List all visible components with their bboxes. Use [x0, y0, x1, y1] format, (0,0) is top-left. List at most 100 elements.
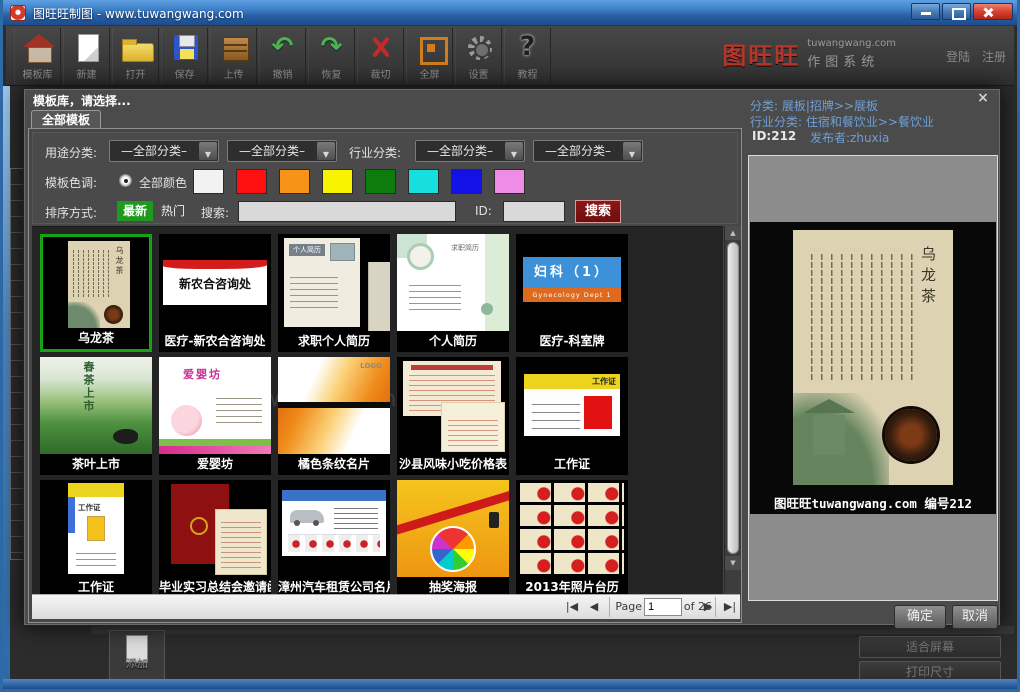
- new-file-icon: [64, 31, 109, 65]
- preview-caption: 图旺旺tuwangwang.com 编号212: [750, 493, 996, 512]
- chevron-down-icon[interactable]: ▼: [623, 142, 641, 160]
- sort-hot-button[interactable]: 热门: [161, 202, 185, 219]
- template-item[interactable]: 2013年照片台历: [516, 480, 628, 598]
- color-swatch-white[interactable]: [193, 169, 224, 194]
- template-item[interactable]: 沙县风味小吃价格表: [397, 357, 509, 475]
- chevron-down-icon[interactable]: ▼: [317, 142, 335, 160]
- chevron-down-icon[interactable]: ▼: [199, 142, 217, 160]
- color-swatch-orange[interactable]: [279, 169, 310, 194]
- template-thumbnail-image: LOGO: [278, 357, 390, 454]
- scroll-down-icon[interactable]: ▼: [725, 556, 741, 570]
- toolbar-button-undo[interactable]: ↶ 撤销: [259, 28, 306, 84]
- toolbar-button-template-library[interactable]: 模板库: [14, 28, 61, 84]
- color-swatch-yellow[interactable]: [322, 169, 353, 194]
- next-page-button[interactable]: ▶: [698, 598, 718, 616]
- color-swatch-red[interactable]: [236, 169, 267, 194]
- toolbar-button-open[interactable]: 打开: [112, 28, 159, 84]
- template-thumbnail-image: 个人简历: [278, 234, 390, 331]
- template-item[interactable]: 求职简历 个人简历: [397, 234, 509, 352]
- scrollbar-thumb[interactable]: [727, 242, 739, 554]
- template-thumbnail-image: [516, 480, 628, 577]
- color-swatch-blue[interactable]: [451, 169, 482, 194]
- page-number-input[interactable]: [644, 598, 682, 616]
- filter-panel: 用途分类: —全部分类– ▼ —全部分类– ▼ 行业分类: —全部分类– ▼ —…: [32, 132, 738, 224]
- template-thumbnail-image: 求职简历: [397, 234, 509, 331]
- template-item[interactable]: 春茶上市 茶叶上市: [40, 357, 152, 475]
- toolbar-button-crop[interactable]: 裁切: [357, 28, 404, 84]
- toolbar-button-settings[interactable]: 设置: [455, 28, 502, 84]
- toolbar-button-save[interactable]: 保存: [161, 28, 208, 84]
- tab-content-frame: 用途分类: —全部分类– ▼ —全部分类– ▼ 行业分类: —全部分类– ▼ —…: [28, 128, 742, 623]
- app-window: 图旺旺制图 - www.tuwangwang.com 模板库 新建 打开 保存 …: [0, 0, 1020, 692]
- id-label: ID:: [475, 204, 492, 218]
- template-thumbnail-image: 爱婴坊: [159, 357, 271, 454]
- search-button[interactable]: 搜索: [575, 200, 621, 223]
- template-item[interactable]: 工作证 工作证: [516, 357, 628, 475]
- toolbar-button-help[interactable]: ? 教程: [504, 28, 551, 84]
- toolbar-button-fullscreen[interactable]: 全屏: [406, 28, 453, 84]
- template-item[interactable]: 毕业实习总结会邀请函: [159, 480, 271, 598]
- color-swatch-cyan[interactable]: [408, 169, 439, 194]
- template-grid: www.kkx.net 乌龙茶 乌龙茶: [32, 226, 723, 596]
- minimize-button[interactable]: [911, 3, 940, 20]
- close-window-button[interactable]: [973, 3, 1013, 20]
- login-link[interactable]: 登陆: [946, 50, 970, 64]
- grid-scrollbar[interactable]: ▲ ▼: [724, 226, 741, 596]
- main-toolbar: 模板库 新建 打开 保存 上传 ↶ 撤销 ↷ 恢复 裁切 全屏 设置: [6, 26, 1014, 86]
- purpose-category-label: 用途分类:: [45, 144, 97, 161]
- industry-category-dropdown-1[interactable]: —全部分类– ▼: [415, 140, 525, 162]
- template-item[interactable]: 新农合咨询处 医疗-新农合咨询处: [159, 234, 271, 352]
- industry-category-dropdown-2[interactable]: —全部分类– ▼: [533, 140, 643, 162]
- search-input[interactable]: [238, 201, 456, 222]
- maximize-button[interactable]: [942, 3, 971, 20]
- template-thumbnail-image: 工作证: [516, 357, 628, 454]
- template-item[interactable]: LOGO 橘色条纹名片: [278, 357, 390, 475]
- id-input[interactable]: [503, 201, 565, 222]
- template-item[interactable]: 抽奖海报: [397, 480, 509, 598]
- redo-icon: ↷: [309, 31, 354, 65]
- toolbar-button-redo[interactable]: ↷ 恢复: [308, 28, 355, 84]
- color-swatch-violet[interactable]: [494, 169, 525, 194]
- tab-all-templates[interactable]: 全部模板: [31, 110, 101, 129]
- add-page-button[interactable]: 添加: [109, 630, 165, 680]
- template-item[interactable]: 个人简历 求职个人简历: [278, 234, 390, 352]
- fit-screen-button[interactable]: 适合屏幕: [859, 636, 1001, 658]
- template-item[interactable]: 乌龙茶 乌龙茶: [40, 234, 152, 352]
- page-label: Page: [615, 598, 642, 616]
- first-page-button[interactable]: |◀: [562, 598, 582, 616]
- purpose-category-dropdown-1[interactable]: —全部分类– ▼: [109, 140, 219, 162]
- search-label: 搜索:: [201, 204, 229, 221]
- template-thumbnail-image: [397, 480, 509, 577]
- register-link[interactable]: 注册: [982, 50, 1006, 64]
- logo-text: 图旺旺: [722, 36, 800, 71]
- brand-logo: 图旺旺 tuwangwang.com 作图系统: [722, 36, 896, 71]
- toolbar-button-new[interactable]: 新建: [63, 28, 110, 84]
- all-colors-radio[interactable]: [119, 174, 132, 187]
- sort-newest-button[interactable]: 最新: [117, 201, 153, 221]
- last-page-button[interactable]: ▶|: [720, 598, 740, 616]
- template-thumbnail-image: [278, 480, 390, 577]
- window-titlebar[interactable]: 图旺旺制图 - www.tuwangwang.com: [3, 0, 1017, 26]
- template-thumbnail-image: 新农合咨询处: [159, 234, 271, 331]
- logo-subtitle: 作图系统: [807, 51, 896, 70]
- toolbar-button-upload[interactable]: 上传: [210, 28, 257, 84]
- ok-button[interactable]: 确定: [894, 605, 946, 629]
- color-swatch-green[interactable]: [365, 169, 396, 194]
- category-info: 分类: 展板|招牌>>展板: [750, 97, 878, 114]
- template-item[interactable]: 工作证 工作证: [40, 480, 152, 598]
- sort-mode-label: 排序方式:: [45, 204, 97, 221]
- template-label: 沙县风味小吃价格表: [397, 454, 509, 475]
- scroll-up-icon[interactable]: ▲: [725, 226, 741, 240]
- template-item[interactable]: 漳州汽车租赁公司名片: [278, 480, 390, 598]
- template-item[interactable]: 爱婴坊 爱婴坊: [159, 357, 271, 475]
- template-label: 橘色条纹名片: [278, 454, 390, 475]
- template-library-dialog: 模板库，请选择... × 全部模板 用途分类: —全部分类– ▼ —全部分类– …: [23, 88, 1001, 626]
- purpose-category-dropdown-2[interactable]: —全部分类– ▼: [227, 140, 337, 162]
- template-item[interactable]: 妇科（1） Gynecology Dept 1 医疗-科室牌: [516, 234, 628, 352]
- cancel-button[interactable]: 取消: [952, 605, 998, 629]
- upload-box-icon: [211, 31, 256, 65]
- chevron-down-icon[interactable]: ▼: [505, 142, 523, 160]
- template-label: 爱婴坊: [159, 454, 271, 475]
- prev-page-button[interactable]: ◀: [584, 598, 604, 616]
- house-icon: [15, 31, 60, 65]
